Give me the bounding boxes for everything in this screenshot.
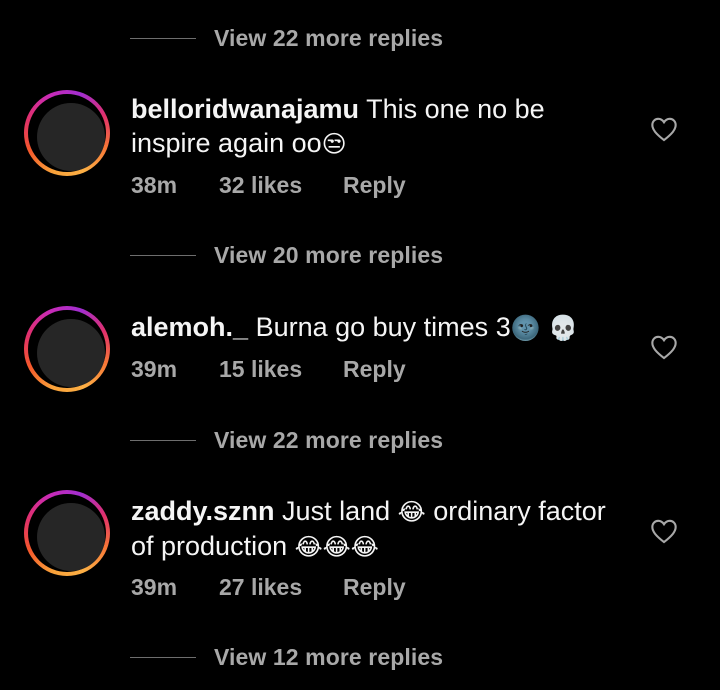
comment-meta: 39m 15 likes Reply bbox=[131, 356, 406, 383]
view-more-replies-link[interactable]: View 20 more replies bbox=[130, 235, 443, 275]
view-more-replies-label: View 22 more replies bbox=[214, 24, 444, 51]
reply-thread-line bbox=[130, 254, 196, 256]
reply-button[interactable]: Reply bbox=[343, 356, 406, 383]
reply-thread-line bbox=[130, 656, 196, 658]
comment-username[interactable]: zaddy.sznn bbox=[131, 496, 275, 526]
heart-icon[interactable] bbox=[650, 518, 678, 544]
comment-body: belloridwanajamu This one no be inspire … bbox=[131, 92, 631, 161]
avatar[interactable] bbox=[24, 306, 110, 392]
comment-body: zaddy.sznn Just land 😂 ordinary factor o… bbox=[131, 494, 631, 564]
view-more-replies-link[interactable]: View 12 more replies bbox=[130, 637, 443, 677]
comment-time: 38m bbox=[131, 172, 178, 198]
comment-text: Burna go buy times 3 bbox=[255, 312, 511, 342]
heart-icon[interactable] bbox=[650, 334, 678, 360]
comment-body: alemoh._ Burna go buy times 3🌚 💀 bbox=[131, 310, 631, 345]
avatar[interactable] bbox=[24, 90, 110, 176]
comment-username[interactable]: belloridwanajamu bbox=[131, 94, 359, 124]
view-more-replies-label: View 12 more replies bbox=[214, 643, 444, 670]
view-more-replies-label: View 20 more replies bbox=[214, 241, 444, 268]
comment-likes[interactable]: 15 likes bbox=[219, 356, 343, 383]
view-more-replies-label: View 22 more replies bbox=[214, 426, 444, 453]
laughing-emoji: 😂😂😂 bbox=[294, 533, 379, 561]
comment-time: 39m bbox=[131, 574, 178, 600]
view-more-replies-link[interactable]: View 22 more replies bbox=[130, 18, 443, 58]
reply-button[interactable]: Reply bbox=[343, 574, 406, 601]
comment-username[interactable]: alemoh._ bbox=[131, 312, 248, 342]
comment-time: 39m bbox=[131, 356, 178, 382]
laughing-emoji: 😂 bbox=[397, 498, 426, 526]
comment-text: Just land bbox=[282, 496, 391, 526]
view-more-replies-link[interactable]: View 22 more replies bbox=[130, 420, 443, 460]
heart-icon[interactable] bbox=[650, 116, 678, 142]
new-moon-skull-emoji: 🌚 💀 bbox=[510, 314, 579, 342]
comment-likes[interactable]: 32 likes bbox=[219, 172, 343, 199]
reply-button[interactable]: Reply bbox=[343, 172, 406, 199]
comment-likes[interactable]: 27 likes bbox=[219, 574, 343, 601]
avatar[interactable] bbox=[24, 490, 110, 576]
reply-thread-line bbox=[130, 439, 196, 441]
reply-thread-line bbox=[130, 37, 196, 39]
comment-meta: 38m 32 likes Reply bbox=[131, 172, 406, 199]
unamused-emoji: 😒 bbox=[321, 130, 347, 158]
comment-meta: 39m 27 likes Reply bbox=[131, 574, 406, 601]
